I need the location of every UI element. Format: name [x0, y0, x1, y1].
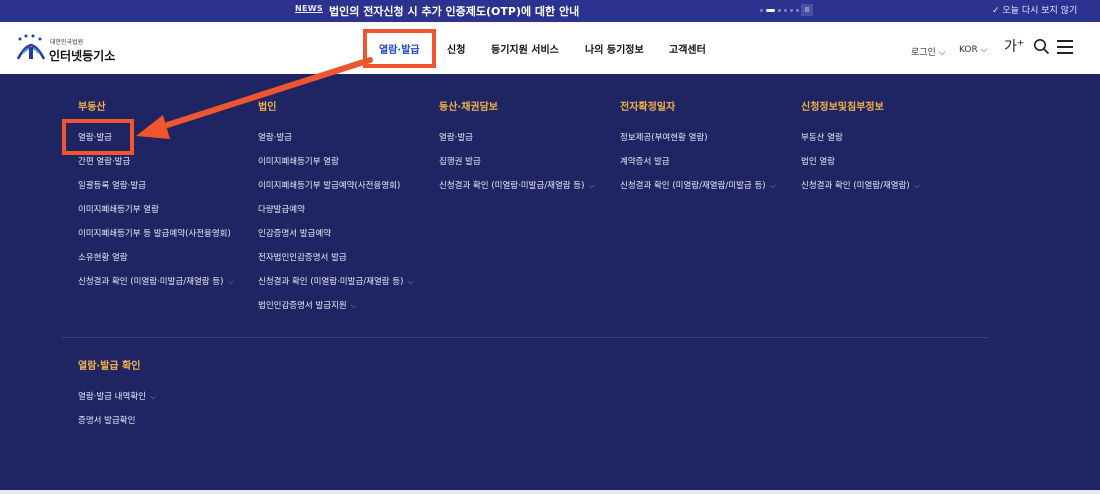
menu-item-label: 신청결과 확인 (미열람·미발급/재열람 등)	[439, 181, 585, 191]
page-bottom-edge	[0, 490, 1100, 494]
chevron-down-icon: ⌵	[227, 277, 234, 286]
chevron-down-icon: ⌵	[588, 181, 595, 190]
menu-item-realestate-closed-view[interactable]: 이미지폐쇄등기부 열람	[78, 203, 159, 215]
search-icon[interactable]	[1033, 38, 1050, 55]
chevron-down-icon: ⌵	[407, 277, 414, 286]
menu-item-label: 신청결과 확인 (미열람/재열람)	[801, 181, 910, 191]
menu-item-confirm-certificate[interactable]: 증명서 발급확인	[78, 414, 135, 426]
font-size-plus: +	[1016, 38, 1025, 49]
news-link[interactable]: 법인의 전자신청 시 추가 인증제도(OTP)에 대한 안내	[329, 3, 579, 19]
menu-col-title-movable: 동산·채권담보	[439, 102, 498, 113]
news-bar: NEWS 법인의 전자신청 시 추가 인증제도(OTP)에 대한 안내 II ✓…	[0, 0, 1100, 22]
highlight-box-menu-item	[62, 119, 134, 155]
menu-item-label: 신청결과 확인 (미열람·미발급/재열람 등)	[78, 277, 224, 287]
language-label: KOR	[959, 45, 978, 55]
news-tag: NEWS	[295, 4, 323, 13]
language-select[interactable]: KOR ⌵	[959, 45, 987, 55]
menu-item-confirm-history[interactable]: 열람·발급 내역확인 ⌵	[78, 390, 156, 402]
menu-col-title-corporation: 법인	[258, 102, 277, 113]
nav-support-service[interactable]: 등기지원 서비스	[491, 41, 559, 56]
menu-item-corp-e-seal[interactable]: 전자법인인감증명서 발급	[258, 251, 347, 263]
news-dot[interactable]	[778, 9, 781, 12]
menu-item-edate-info[interactable]: 정보제공(부여현황 열람)	[620, 131, 708, 143]
menu-item-movable-execution[interactable]: 집행권 발급	[439, 155, 481, 167]
hamburger-menu-icon[interactable]	[1057, 40, 1073, 54]
login-label: 로그인	[911, 48, 936, 58]
menu-item-edate-result[interactable]: 신청결과 확인 (미열람/재열람/미발급 등) ⌵	[620, 179, 776, 191]
menu-item-label: 신청결과 확인 (미열람·미발급/재열람 등)	[258, 277, 404, 287]
menu-item-edate-contract[interactable]: 계약증서 발급	[620, 155, 670, 167]
annotation-arrow-icon	[136, 57, 373, 139]
nav-my-registry[interactable]: 나의 등기정보	[585, 41, 644, 56]
font-size-label: 가	[1004, 39, 1017, 55]
menu-item-appinfo-result[interactable]: 신청결과 확인 (미열람/재열람) ⌵	[801, 179, 920, 191]
news-dot[interactable]	[760, 9, 763, 12]
login-button[interactable]: 로그인 ⌵	[911, 45, 946, 58]
menu-item-corp-bulk-reserve[interactable]: 다량발급예약	[258, 203, 305, 215]
news-pagination[interactable]	[760, 9, 799, 12]
menu-col-title-confirm: 열람·발급 확인	[78, 361, 141, 372]
menu-item-corp-closed-reserve[interactable]: 이미지폐쇄등기부 발급예약(사전융영회)	[258, 179, 400, 191]
logo-title[interactable]: 인터넷등기소	[49, 47, 115, 64]
menu-item-realestate-bulk[interactable]: 일괄등록 열람·발급	[78, 179, 146, 191]
menu-col-title-e-date: 전자확정일자	[620, 102, 676, 113]
font-size-button[interactable]: 가+	[1004, 36, 1024, 56]
menu-item-corp-seal-support[interactable]: 법인인감증명서 발급지원 ⌵	[258, 299, 357, 311]
nav-customer-center[interactable]: 고객센터	[669, 41, 706, 56]
menu-item-corp-seal-reserve[interactable]: 인감증명서 발급예약	[258, 227, 331, 239]
menu-item-appinfo-realestate[interactable]: 부동산 열람	[801, 131, 843, 143]
site-header: 대한민국법원 인터넷등기소 열람·발급 신청 등기지원 서비스 나의 등기정보 …	[0, 22, 1100, 74]
menu-item-realestate-closed-reserve[interactable]: 이미지폐쇄등기부 등 발급예약(사전융영회)	[78, 227, 231, 239]
dont-show-today-button[interactable]: ✓ 오늘 다시 보지 않기	[992, 3, 1077, 16]
chevron-down-icon: ⌵	[350, 301, 357, 310]
nav-apply[interactable]: 신청	[447, 41, 465, 56]
chevron-down-icon: ⌵	[149, 392, 157, 401]
menu-item-movable-view-issue[interactable]: 열람·발급	[439, 131, 473, 143]
news-dot-active[interactable]	[766, 9, 775, 12]
news-dot[interactable]	[784, 9, 787, 12]
menu-item-label: 법인인감증명서 발급지원	[258, 301, 347, 311]
news-dot[interactable]	[796, 9, 799, 12]
menu-item-label: 열람·발급 내역확인	[78, 392, 146, 402]
menu-item-realestate-ownership[interactable]: 소유현황 열람	[78, 251, 128, 263]
menu-col-title-realestate: 부동산	[78, 102, 106, 113]
menu-divider	[62, 337, 988, 338]
news-dot[interactable]	[790, 9, 793, 12]
news-pause-button[interactable]: II	[801, 4, 813, 16]
menu-item-corp-view-issue[interactable]: 열람·발급	[258, 131, 292, 143]
chevron-down-icon: ⌵	[913, 181, 920, 190]
chevron-down-icon: ⌵	[935, 48, 946, 58]
menu-item-realestate-simple[interactable]: 간편 열람·발급	[78, 155, 130, 167]
menu-item-movable-result[interactable]: 신청결과 확인 (미열람·미발급/재열람 등) ⌵	[439, 179, 595, 191]
highlight-box-nav	[363, 29, 436, 68]
chevron-down-icon: ⌵	[769, 181, 776, 190]
menu-col-title-application-info: 신청정보및침부정보	[801, 102, 884, 113]
chevron-down-icon: ⌵	[977, 45, 988, 55]
logo-subtitle: 대한민국법원	[50, 39, 84, 46]
menu-item-realestate-result[interactable]: 신청결과 확인 (미열람·미발급/재열람 등) ⌵	[78, 275, 234, 287]
menu-item-label: 신청결과 확인 (미열람/재열람/미발급 등)	[620, 181, 766, 191]
court-logo-icon[interactable]	[14, 33, 48, 63]
menu-item-appinfo-corp[interactable]: 법인 열람	[801, 155, 835, 167]
menu-item-corp-closed-view[interactable]: 이미지폐쇄등기부 열람	[258, 155, 339, 167]
menu-item-corp-result[interactable]: 신청결과 확인 (미열람·미발급/재열람 등) ⌵	[258, 275, 414, 287]
